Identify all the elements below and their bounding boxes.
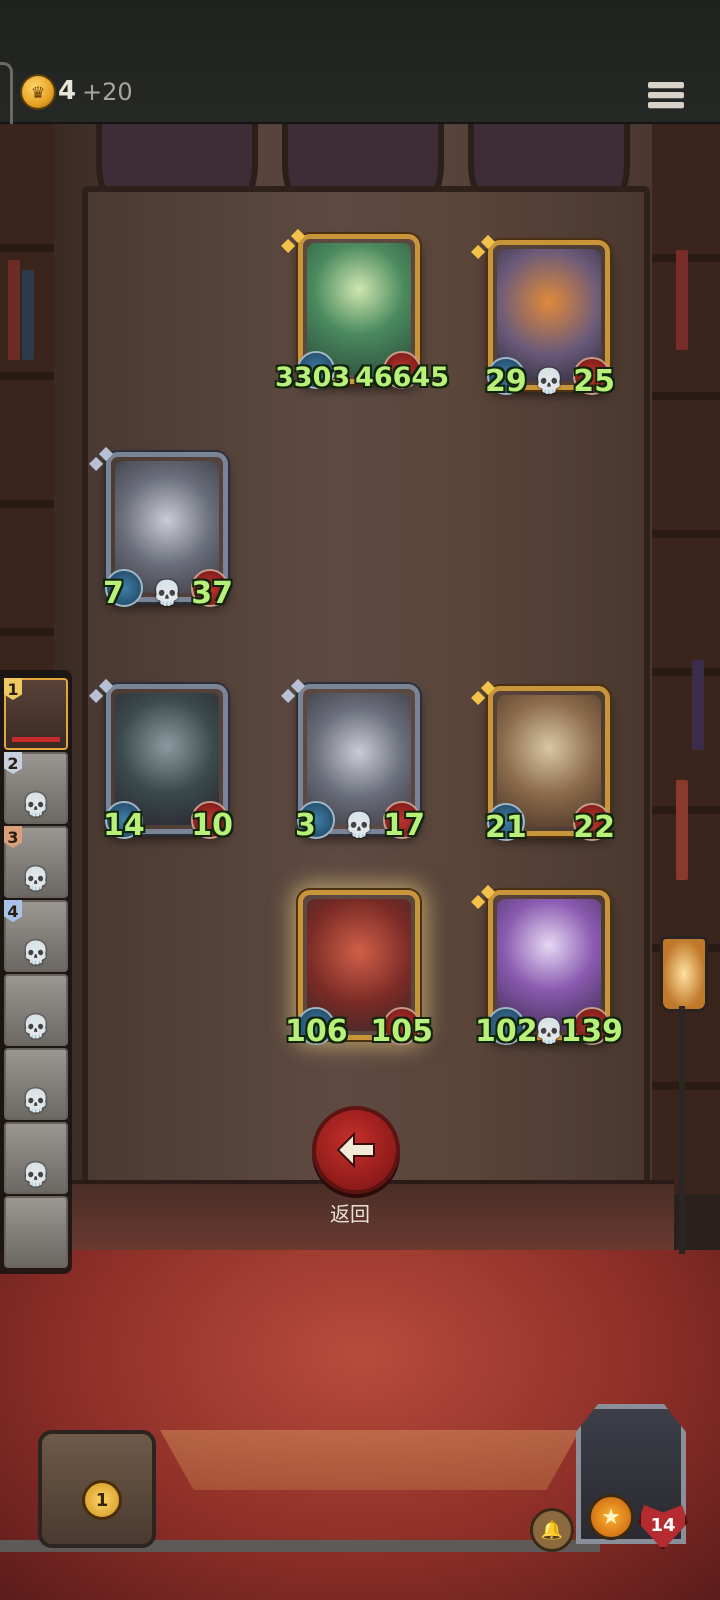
- skull-icon: 💀: [534, 367, 564, 395]
- menu-button[interactable]: [648, 82, 684, 116]
- roster-slot[interactable]: 1: [4, 678, 68, 750]
- arrow-left-icon: [336, 1131, 375, 1169]
- card-health: 25: [573, 364, 615, 399]
- card-attack: 29: [485, 364, 527, 399]
- book-decoration: [22, 270, 34, 360]
- roster-slot[interactable]: 4 💀: [4, 900, 68, 972]
- roster-slot[interactable]: 2 💀: [4, 752, 68, 824]
- rank-badge: 3: [4, 826, 22, 848]
- card-health: 37: [191, 576, 233, 611]
- card-health: 105: [370, 1014, 433, 1049]
- roster-slot[interactable]: 3 💀: [4, 826, 68, 898]
- card-attack: 3303: [275, 362, 351, 393]
- skull-icon: 💀: [344, 811, 374, 839]
- lamp-icon: [660, 936, 708, 1012]
- skull-icon: 💀: [22, 793, 50, 818]
- skull-icon: 💀: [152, 579, 182, 607]
- unit-card-airship[interactable]: 21 22: [480, 680, 615, 845]
- health-bar: [12, 737, 60, 742]
- gold-count: 4: [58, 76, 77, 106]
- rank-badge: 1: [4, 678, 22, 700]
- chest-count-badge: 1: [82, 1480, 122, 1520]
- unit-card-cannon[interactable]: 💀 102 139: [475, 884, 623, 1049]
- menu-line-icon: [648, 82, 684, 88]
- rank-badge: 4: [4, 900, 22, 922]
- card-attack: 14: [103, 808, 145, 843]
- skull-icon: 💀: [22, 1089, 50, 1114]
- card-health: 10: [191, 808, 233, 843]
- card-health: 22: [573, 810, 615, 845]
- star-icon: ★: [588, 1494, 634, 1540]
- menu-line-icon: [648, 92, 684, 98]
- unit-card-horned-witch[interactable]: 14 10: [98, 678, 233, 843]
- card-attack: 3: [295, 808, 316, 843]
- top-bar: [0, 0, 720, 125]
- roster-slot[interactable]: 💀: [4, 974, 68, 1046]
- gold-income: +20: [82, 78, 133, 106]
- menu-line-icon: [648, 102, 684, 108]
- card-attack: 106: [285, 1014, 348, 1049]
- skull-icon: 💀: [22, 1163, 50, 1188]
- card-health: 139: [560, 1014, 623, 1049]
- gold-coin-icon: ♛: [22, 76, 54, 108]
- unit-card-robot-bell[interactable]: 💀 7 37: [98, 446, 233, 611]
- back-label: 返回: [330, 1202, 370, 1226]
- card-health: 17: [383, 808, 425, 843]
- unit-card-red-dragon[interactable]: 106 105: [285, 890, 433, 1049]
- book-decoration: [676, 250, 688, 350]
- bell-icon[interactable]: 🔔: [530, 1508, 574, 1552]
- roster-slot[interactable]: 💀: [4, 1048, 68, 1120]
- rank-badge: 2: [4, 752, 22, 774]
- roster-slot[interactable]: 💀: [4, 1122, 68, 1194]
- book-decoration: [8, 260, 20, 360]
- unit-card-pumpkin-knight[interactable]: 💀 29 25: [480, 234, 615, 399]
- card-attack: 21: [485, 810, 527, 845]
- book-decoration: [692, 660, 704, 750]
- skull-icon: 💀: [22, 941, 50, 966]
- card-attack: 7: [103, 576, 124, 611]
- unit-card-fairy[interactable]: 3303 46645: [275, 228, 449, 393]
- opponent-roster: 1 2 💀 3 💀 4 💀 💀 💀 💀: [0, 670, 72, 1274]
- book-decoration: [676, 780, 688, 880]
- skull-icon: 💀: [22, 1015, 50, 1040]
- unit-card-robot-bell[interactable]: 💀 3 17: [290, 678, 425, 843]
- card-health: 46645: [355, 362, 449, 393]
- skull-icon: 💀: [22, 867, 50, 892]
- back-button[interactable]: [312, 1106, 400, 1194]
- card-attack: 102: [475, 1014, 538, 1049]
